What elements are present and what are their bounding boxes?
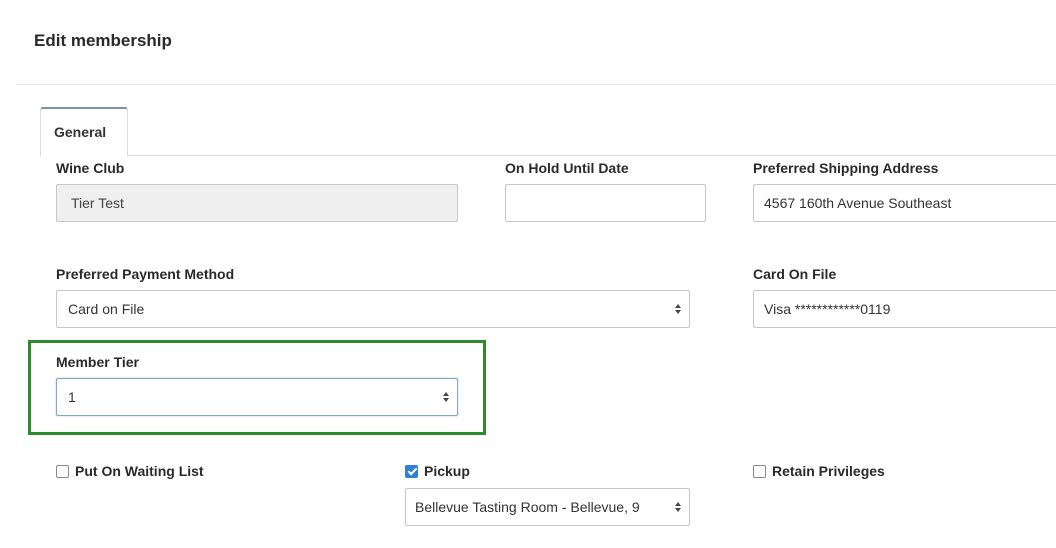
wine-club-field: Tier Test	[56, 184, 458, 222]
member-tier-label: Member Tier	[56, 354, 139, 370]
preferred-payment-method-select[interactable]: Card on File	[56, 290, 690, 328]
member-tier-select[interactable]: 1	[56, 378, 458, 416]
page-title: Edit membership	[34, 31, 172, 50]
header-divider	[16, 84, 1056, 85]
put-on-waiting-list-label: Put On Waiting List	[75, 463, 204, 479]
on-hold-until-date-label: On Hold Until Date	[505, 160, 629, 176]
pickup-checkbox[interactable]	[405, 464, 418, 478]
retain-privileges-checkbox[interactable]	[753, 464, 766, 478]
card-on-file-label: Card On File	[753, 266, 837, 282]
on-hold-until-date-input[interactable]	[505, 184, 706, 222]
tab-general[interactable]: General	[40, 107, 128, 156]
preferred-shipping-address-input[interactable]: 4567 160th Avenue Southeast	[753, 184, 1056, 222]
preferred-payment-method-value: Card on File	[68, 301, 145, 317]
tab-bar-divider	[128, 155, 1056, 156]
preferred-payment-method-label: Preferred Payment Method	[56, 266, 235, 282]
put-on-waiting-list-option[interactable]: Put On Waiting List	[56, 463, 204, 479]
select-arrows-icon	[673, 291, 683, 327]
wine-club-label: Wine Club	[56, 160, 125, 176]
retain-privileges-label: Retain Privileges	[772, 463, 885, 479]
retain-privileges-option[interactable]: Retain Privileges	[753, 463, 885, 479]
preferred-shipping-address-label: Preferred Shipping Address	[753, 160, 939, 176]
pickup-location-select[interactable]: Bellevue Tasting Room - Bellevue, 9	[405, 488, 690, 526]
member-tier-value: 1	[68, 389, 76, 405]
card-on-file-select[interactable]: Visa ************0119	[753, 290, 1056, 328]
select-arrows-icon	[441, 379, 451, 415]
pickup-label: Pickup	[424, 463, 470, 479]
pickup-option[interactable]: Pickup	[405, 463, 470, 479]
pickup-location-value: Bellevue Tasting Room - Bellevue, 9	[415, 499, 640, 515]
select-arrows-icon	[673, 489, 683, 525]
put-on-waiting-list-checkbox[interactable]	[56, 464, 69, 478]
